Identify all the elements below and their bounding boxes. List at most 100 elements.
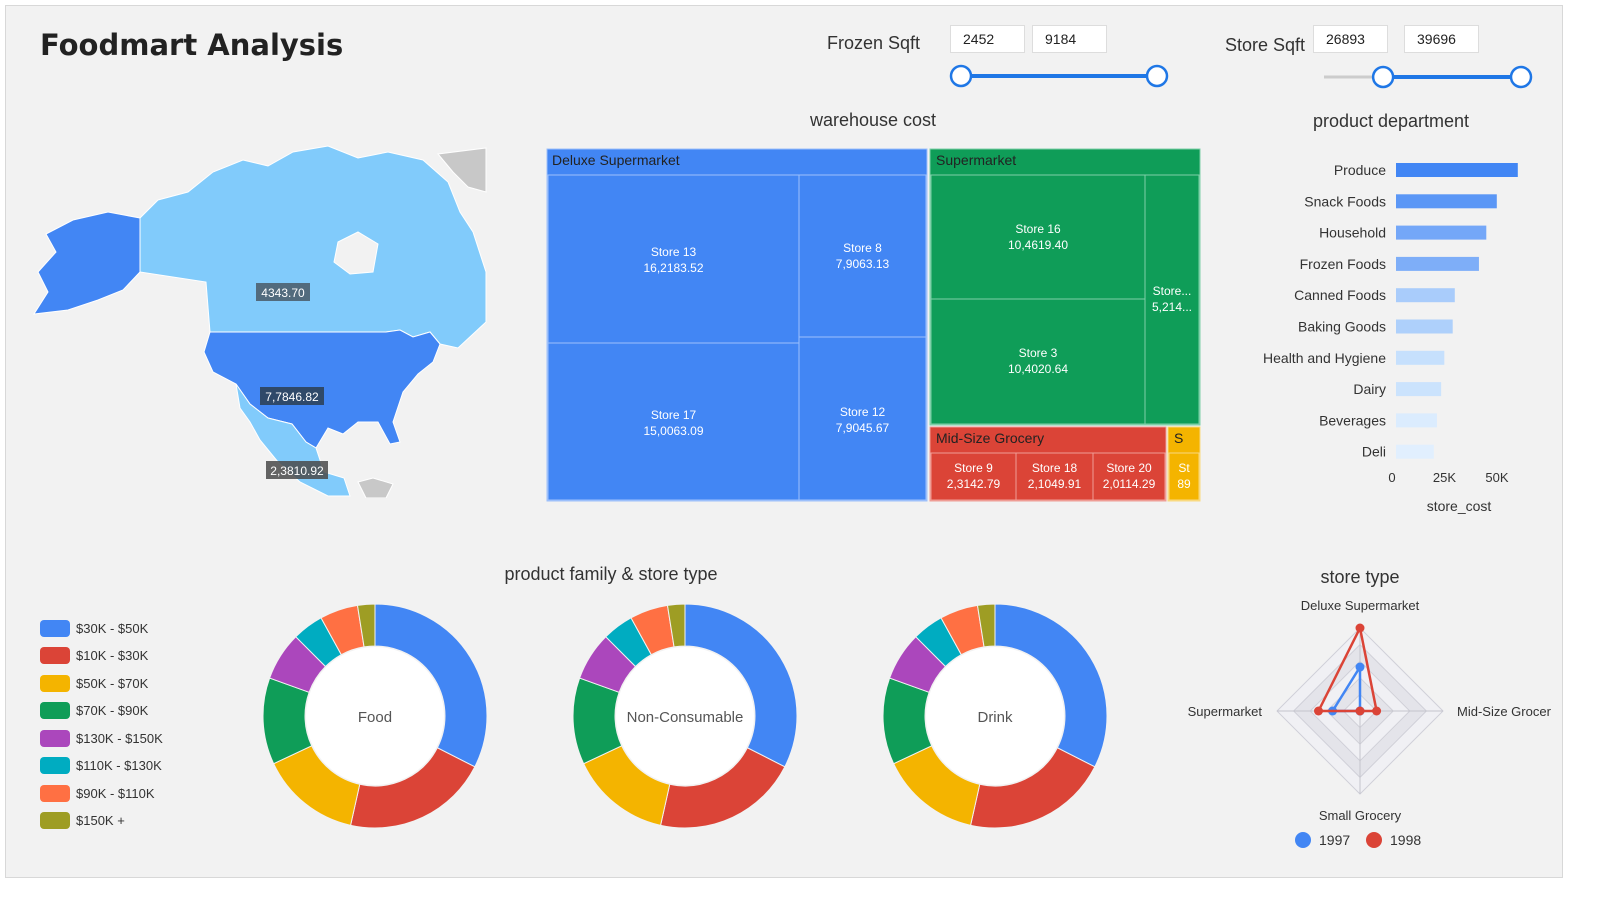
radar-point-1998-0[interactable] [1355, 623, 1365, 633]
family-legend-item-0[interactable]: $30K - $50K [40, 619, 148, 637]
dept-xtick-1: 25K [1433, 470, 1456, 485]
radar-point-1998-3[interactable] [1314, 706, 1323, 716]
dept-bar-5[interactable] [1396, 319, 1453, 334]
north-america-map[interactable]: 4343.70 7,7846.82 2,3810.92 [28, 122, 488, 498]
radar-legend-1997[interactable]: 1997 [1295, 832, 1350, 848]
map-label-usa: 7,7846.82 [260, 387, 324, 405]
treemap-store-8-value: 7,9063.13 [836, 257, 890, 271]
dept-bar-4[interactable] [1396, 288, 1455, 303]
dept-bar-6[interactable] [1396, 350, 1445, 365]
frozen-sqft-min-handle[interactable] [949, 64, 973, 88]
family-legend-label-2: $50K - $70K [76, 675, 149, 691]
family-legend-label-1: $10K - $30K [76, 648, 149, 663]
map-label-mexico: 2,3810.92 [266, 461, 328, 479]
family-legend-item-1[interactable]: $10K - $30K [40, 647, 148, 665]
dept-label-6: Health and Hygiene [1263, 350, 1386, 366]
store-sqft-max-handle[interactable] [1509, 65, 1533, 89]
store-sqft-min-handle[interactable] [1371, 65, 1395, 89]
warehouse-cost-title: warehouse cost [809, 110, 937, 130]
warehouse-cost-treemap[interactable]: Deluxe Supermarket Store 13 16,2183.52 S… [546, 148, 1202, 504]
caribbean-region [357, 477, 394, 498]
dept-bar-1[interactable] [1396, 194, 1497, 209]
treemap-store-small-name: St [1178, 461, 1190, 475]
store-sqft-min-input[interactable] [1313, 25, 1388, 53]
map-label-canada: 4343.70 [256, 283, 310, 301]
dept-bar-0[interactable] [1396, 163, 1518, 177]
donut-2-label: Drink [977, 709, 1013, 726]
product-department-xlabel: store_cost [1427, 498, 1492, 514]
dept-bar-7[interactable] [1396, 382, 1442, 397]
treemap-store-other-value: 5,214... [1152, 300, 1192, 314]
family-legend-label-3: $70K - $90K [76, 703, 149, 718]
treemap-group-supermarket-label: Supermarket [936, 152, 1016, 168]
dept-bar-2[interactable] [1396, 225, 1487, 240]
family-legend-item-6[interactable]: $90K - $110K [40, 784, 155, 802]
treemap-group-small-label: S [1174, 430, 1183, 446]
dept-label-9: Deli [1362, 444, 1386, 460]
map-label-canada-text: 4343.70 [261, 286, 305, 300]
dept-label-0: Produce [1334, 162, 1386, 178]
dept-bar-9[interactable] [1396, 444, 1434, 459]
family-legend-label-6: $90K - $110K [76, 785, 155, 801]
canada-region[interactable] [139, 145, 487, 349]
radar-point-1998-1[interactable] [1372, 706, 1382, 716]
alaska-region[interactable] [33, 211, 141, 315]
family-legend-item-3[interactable]: $70K - $90K [40, 702, 148, 720]
treemap-store-3-name: Store 3 [1019, 346, 1058, 360]
treemap-store-13-name: Store 13 [651, 245, 697, 259]
family-legend-swatch-0 [40, 619, 70, 637]
radar-legend-1998[interactable]: 1998 [1366, 832, 1421, 848]
store-sqft-max-input[interactable] [1404, 25, 1479, 53]
radar-axis-label-0: Deluxe Supermarket [1301, 598, 1420, 613]
dept-label-4: Canned Foods [1294, 287, 1386, 303]
treemap-store-9-name: Store 9 [954, 461, 993, 475]
page-title: Foodmart Analysis [40, 28, 344, 62]
product-family-title: product family & store type [504, 564, 718, 584]
treemap-group-midsize-label: Mid-Size Grocery [936, 430, 1044, 446]
treemap-store-18-value: 2,1049.91 [1028, 477, 1082, 491]
family-legend-item-2[interactable]: $50K - $70K [40, 674, 148, 692]
dept-xtick-0: 0 [1388, 470, 1395, 485]
frozen-sqft-max-handle[interactable] [1145, 64, 1169, 88]
dept-bar-3[interactable] [1396, 256, 1479, 271]
radar-legend-1997-label: 1997 [1319, 832, 1351, 848]
family-legend-label-5: $110K - $130K [76, 758, 162, 773]
treemap-group-deluxe-label: Deluxe Supermarket [552, 152, 680, 168]
frozen-sqft-max-input[interactable] [1032, 25, 1107, 53]
treemap-store-12-name: Store 12 [840, 405, 886, 419]
frozen-sqft-label: Frozen Sqft [827, 33, 921, 53]
frozen-sqft-slider[interactable] [940, 60, 1180, 92]
family-legend-item-7[interactable]: $150K + [40, 812, 125, 830]
store-sqft-slider[interactable] [1315, 61, 1555, 93]
map-label-mexico-text: 2,3810.92 [270, 464, 324, 478]
treemap-store-16[interactable] [930, 174, 1146, 300]
family-legend-swatch-2 [40, 674, 70, 692]
product-department-chart[interactable]: Produce Snack Foods Household Frozen Foods C… [1240, 150, 1560, 520]
family-legend-label-0: $30K - $50K [76, 620, 149, 636]
frozen-sqft-min-input[interactable] [950, 25, 1025, 53]
family-legend-label-4: $130K - $150K [76, 730, 163, 746]
family-legend-item-5[interactable]: $110K - $130K [40, 757, 162, 775]
treemap-store-16-name: Store 16 [1015, 222, 1061, 236]
treemap-store-20-value: 2,0114.29 [1103, 477, 1156, 491]
store-type-radar[interactable]: Deluxe Supermarket Mid-Size Grocer Small G… [1170, 592, 1560, 824]
dept-label-8: Beverages [1319, 412, 1386, 428]
dept-label-2: Household [1319, 225, 1386, 241]
treemap-store-16-value: 10,4619.40 [1008, 238, 1068, 252]
family-legend-swatch-7 [40, 812, 70, 829]
dept-label-3: Frozen Foods [1300, 256, 1386, 272]
treemap-store-other-name: Store... [1153, 284, 1192, 298]
legend-dot-1998 [1366, 832, 1382, 848]
product-family-donuts[interactable]: Food Non-Consumable Drink [250, 595, 1130, 839]
treemap-store-13[interactable] [547, 174, 800, 344]
store-sqft-label: Store Sqft [1225, 35, 1306, 55]
treemap-store-3-value: 10,4020.64 [1008, 362, 1068, 376]
family-legend-item-4[interactable]: $130K - $150K [40, 729, 163, 747]
treemap-store-8[interactable] [798, 174, 927, 338]
dept-label-1: Snack Foods [1304, 193, 1386, 209]
treemap-store-17-value: 15,0063.09 [643, 424, 703, 438]
radar-axis-label-2: Small Grocery [1319, 808, 1402, 823]
radar-point-1997-0[interactable] [1355, 662, 1365, 672]
radar-point-1998-2[interactable] [1355, 706, 1365, 716]
dept-bar-8[interactable] [1396, 413, 1437, 428]
